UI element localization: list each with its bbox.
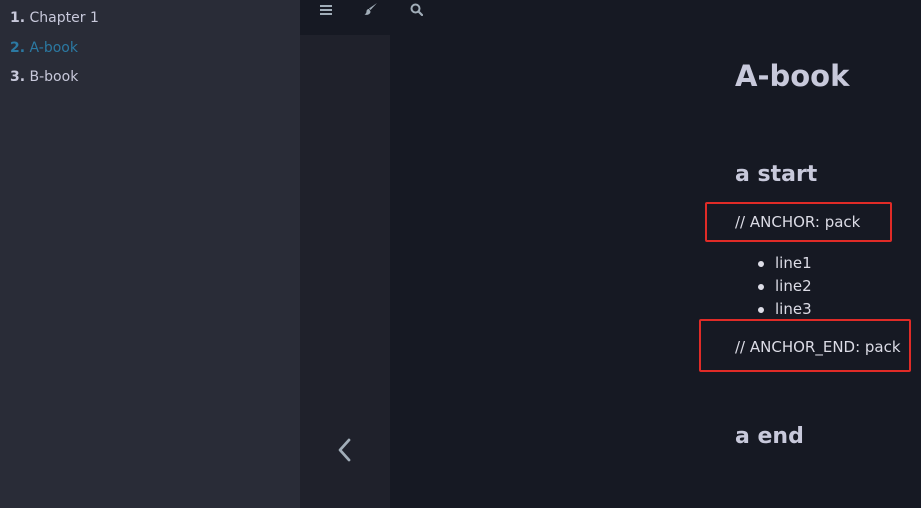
menu-bar [300,0,921,35]
toggle-sidebar-button[interactable] [311,0,341,18]
anchor-highlight-box [705,202,892,242]
line-list: line1 line2 line3 [758,252,812,321]
chapter-number: 3. [10,69,26,85]
list-item: line1 [758,252,812,275]
chapter-number: 1. [10,10,26,26]
chapter-label: B-book [29,69,79,85]
search-button[interactable] [401,0,431,18]
paintbrush-icon [364,3,377,15]
heading-a-start: a start [735,162,818,187]
heading-a-end: a end [735,424,804,449]
theme-button[interactable] [356,0,386,18]
sidebar: 1. Chapter 1 2. A-book 3. B-book [0,0,300,508]
previous-chapter-button[interactable] [300,35,390,508]
chapter-number: 2. [10,39,26,56]
anchor-end-highlight-box [699,319,911,372]
list-item: line3 [758,298,812,321]
main-content: A-book a start // ANCHOR: pack line1 lin… [390,35,921,508]
menu-icon [320,4,332,15]
sidebar-item-b-book[interactable]: 3. B-book [10,67,300,97]
chevron-left-icon [338,438,351,462]
sidebar-item-chapter-1[interactable]: 1. Chapter 1 [10,8,300,38]
chapter-label: A-book [29,39,78,56]
table-of-contents: 1. Chapter 1 2. A-book 3. B-book [0,0,300,97]
search-icon [410,3,423,16]
list-item: line2 [758,275,812,298]
page-title: A-book [735,59,850,93]
chapter-label: Chapter 1 [29,10,99,26]
sidebar-item-a-book[interactable]: 2. A-book [10,38,300,68]
